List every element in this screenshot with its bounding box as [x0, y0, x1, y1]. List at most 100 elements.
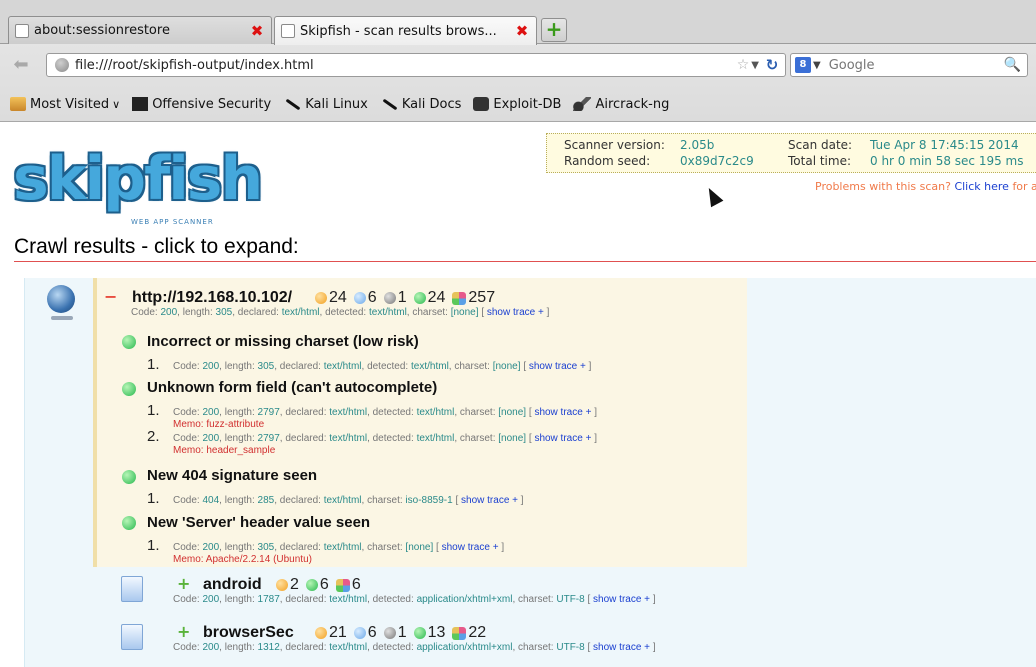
reload-icon[interactable]: ↻	[763, 56, 781, 74]
count: 6	[367, 289, 377, 306]
charset-label: charset:	[367, 542, 403, 553]
charset-label: charset:	[459, 407, 496, 418]
bracket: ]	[501, 542, 505, 553]
history-dropdown-icon[interactable]: ▼	[751, 60, 759, 71]
globe-icon	[55, 58, 69, 72]
back-button[interactable]: ⬅	[8, 54, 34, 76]
code-value: 200	[202, 433, 220, 444]
sample-meta: Code: 200, length: 305, declared: text/h…	[173, 361, 592, 372]
count: 1	[397, 624, 407, 641]
close-tab-icon[interactable]: ✖	[514, 23, 530, 39]
sample-meta: Code: 200, length: 2797, declared: text/…	[173, 433, 597, 444]
show-trace-link[interactable]: show trace +	[593, 642, 650, 653]
bracket: [	[481, 307, 485, 318]
code-label: Code:	[173, 361, 200, 372]
detected-label: detected:	[367, 361, 409, 372]
url-input[interactable]: file:///root/skipfish-output/index.html	[75, 58, 737, 73]
url-bar[interactable]: file:///root/skipfish-output/index.html …	[46, 53, 786, 77]
sample-meta: Code: 404, length: 285, declared: text/h…	[173, 495, 524, 506]
info-icon	[413, 292, 426, 304]
bookmark-kali-docs[interactable]: Kali Docs	[380, 97, 462, 112]
detected-label: detected:	[325, 307, 367, 318]
show-trace-link[interactable]: show trace +	[593, 594, 650, 605]
issue-title[interactable]: Incorrect or missing charset (low risk)	[147, 333, 419, 350]
count: 1	[397, 289, 407, 306]
bookmark-kali-linux[interactable]: Kali Linux	[283, 97, 368, 112]
bracket: [	[528, 407, 532, 418]
detected-value: application/xhtml+xml	[416, 594, 513, 605]
bookmark-exploit-db[interactable]: Exploit-DB	[473, 97, 561, 112]
count: 2	[290, 576, 299, 593]
code-label: Code:	[173, 542, 200, 553]
bookmarks-toolbar: Most Visited ∨ Offensive Security Kali L…	[0, 88, 1036, 120]
badge-notes: 6	[335, 576, 361, 594]
kali-dragon-icon	[283, 97, 301, 111]
bookmark-aircrack-ng[interactable]: Aircrack-ng	[573, 97, 669, 112]
count: 24	[329, 289, 347, 306]
expand-toggle[interactable]: +	[177, 574, 190, 593]
detected-value: text/html	[416, 433, 455, 444]
bookmark-label: Aircrack-ng	[595, 96, 670, 112]
issue-title[interactable]: New 404 signature seen	[147, 467, 317, 484]
bracket: ]	[588, 361, 592, 372]
search-engine-icon[interactable]: 8	[795, 57, 811, 73]
bookmark-offensive-security[interactable]: Offensive Security	[132, 97, 271, 112]
show-trace-link[interactable]: show trace +	[442, 542, 499, 553]
problems-notice: Problems with this scan? Click here for …	[815, 180, 1036, 193]
expand-toggle[interactable]: +	[177, 622, 190, 641]
logo-subtitle: WEB APP SCANNER	[131, 218, 214, 226]
random-seed-value: 0x89d7c2c9	[680, 154, 754, 168]
medium-risk-icon	[276, 579, 288, 591]
page-icon	[15, 23, 29, 38]
search-box[interactable]: 8 ▼ 🔍	[790, 53, 1028, 77]
root-node-url[interactable]: http://192.168.10.102/	[132, 289, 292, 307]
code-label: Code:	[131, 307, 158, 318]
child-node-name[interactable]: android	[203, 576, 262, 594]
memo: Memo: fuzz-attribute	[173, 419, 264, 430]
badge-medium: 24	[315, 289, 347, 307]
badge-medium: 21	[315, 624, 347, 642]
sample-number: 1.	[147, 537, 160, 554]
bookmark-star-icon[interactable]: ☆	[737, 57, 750, 73]
show-trace-link[interactable]: show trace +	[534, 407, 591, 418]
bracket: ]	[520, 495, 524, 506]
charset-label: charset:	[412, 307, 448, 318]
length-label: length:	[224, 407, 255, 418]
declared-value: text/html	[323, 542, 362, 553]
show-trace-link[interactable]: show trace +	[529, 361, 586, 372]
show-trace-link[interactable]: show trace +	[534, 433, 591, 444]
issue-title[interactable]: Unknown form field (can't autocomplete)	[147, 379, 437, 396]
search-icon[interactable]: 🔍	[1004, 57, 1021, 73]
show-trace-link[interactable]: show trace +	[487, 307, 544, 318]
bookmark-most-visited[interactable]: Most Visited ∨	[10, 97, 120, 112]
click-here-link[interactable]: Click here	[954, 180, 1009, 193]
count: 6	[351, 576, 361, 593]
declared-value: text/html	[323, 495, 362, 506]
charset-label: charset:	[518, 594, 554, 605]
detected-value: text/html	[416, 407, 455, 418]
close-tab-icon[interactable]: ✖	[249, 23, 265, 39]
declared-value: text/html	[329, 642, 368, 653]
memo-value: fuzz-attribute	[206, 419, 265, 430]
code-value: 200	[202, 361, 220, 372]
tab-label: Skipfish - scan results brows...	[300, 23, 497, 39]
total-time-value: 0 hr 0 min 58 sec 195 ms	[870, 154, 1024, 168]
charset-value: [none]	[405, 542, 434, 553]
notes-icon	[335, 578, 350, 592]
tab-sessionrestore[interactable]: about:sessionrestore ✖	[8, 16, 272, 44]
count: 21	[329, 624, 347, 641]
show-trace-link[interactable]: show trace +	[461, 495, 518, 506]
child-node-name[interactable]: browserSec	[203, 624, 294, 642]
report-page: skipfish WEB APP SCANNER Scanner version…	[0, 123, 1036, 667]
collapse-toggle[interactable]: −	[104, 287, 117, 306]
root-badges: 24 6 1 24 257	[315, 289, 502, 307]
chevron-down-icon[interactable]: ▼	[813, 60, 821, 71]
declared-value: text/html	[329, 594, 368, 605]
issue-title[interactable]: New 'Server' header value seen	[147, 514, 370, 531]
document-icon	[121, 576, 143, 602]
random-seed-label: Random seed:	[564, 154, 651, 168]
tab-skipfish[interactable]: Skipfish - scan results brows... ✖	[274, 16, 537, 45]
search-input[interactable]	[828, 57, 979, 73]
new-tab-button[interactable]: +	[541, 18, 567, 42]
child-meta: Code: 200, length: 1312, declared: text/…	[173, 642, 656, 653]
